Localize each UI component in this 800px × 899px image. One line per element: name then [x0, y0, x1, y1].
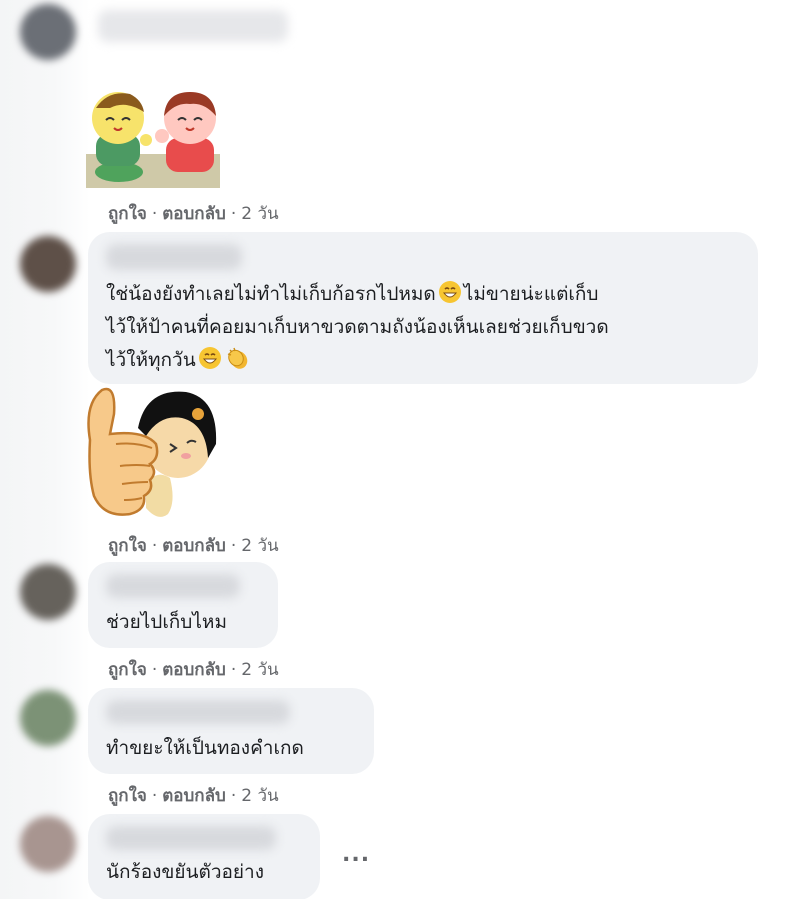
- like-link[interactable]: ถูกใจ: [108, 786, 147, 806]
- like-link[interactable]: ถูกใจ: [108, 536, 147, 556]
- blurred-commenter-name[interactable]: [106, 700, 290, 724]
- comment-text-line: ไม่ขายน่ะแต่เก็บ: [463, 283, 599, 305]
- reply-link[interactable]: ตอบกลับ: [162, 204, 226, 224]
- timestamp[interactable]: 2 วัน: [241, 536, 278, 556]
- comment-text: ใช่น้องยังทำเลยไม่ทำไม่เก็บก้อรกไปหมด ไม่…: [106, 278, 609, 377]
- comment-text-line: ช่วยไปเก็บไหม: [106, 611, 227, 633]
- avatar[interactable]: [20, 690, 76, 746]
- timestamp[interactable]: 2 วัน: [241, 786, 278, 806]
- comment-text-line: นักร้องขยันตัวอย่าง: [106, 861, 264, 883]
- comment-text: นักร้องขยันตัวอย่าง: [106, 856, 264, 889]
- reply-link[interactable]: ตอบกลับ: [162, 536, 226, 556]
- meta-separator: ·: [230, 786, 237, 806]
- comment-actions: ถูกใจ · ตอบกลับ · 2 วัน: [108, 656, 279, 683]
- comment-text: ทำขยะให้เป็นทองคำเกด: [106, 732, 304, 765]
- comment-bubble: ใช่น้องยังทำเลยไม่ทำไม่เก็บก้อรกไปหมด ไม่…: [88, 232, 758, 384]
- comment-bubble: ทำขยะให้เป็นทองคำเกด: [88, 688, 374, 774]
- meta-separator: ·: [230, 536, 237, 556]
- more-options-button[interactable]: ...: [342, 842, 370, 867]
- two-kids-sticker: [86, 92, 220, 188]
- avatar[interactable]: [20, 4, 76, 60]
- timestamp[interactable]: 2 วัน: [241, 660, 278, 680]
- comment-actions: ถูกใจ · ตอบกลับ · 2 วัน: [108, 200, 279, 227]
- comment-text: ช่วยไปเก็บไหม: [106, 606, 227, 639]
- grinning-face-emoji-icon: [198, 347, 221, 369]
- meta-separator: ·: [151, 660, 158, 680]
- comment-text-line: ใช่น้องยังทำเลยไม่ทำไม่เก็บก้อรกไปหมด: [106, 283, 436, 305]
- avatar[interactable]: [20, 564, 76, 620]
- clapping-hands-emoji-icon: [227, 347, 247, 369]
- meta-separator: ·: [151, 786, 158, 806]
- blurred-commenter-name[interactable]: [106, 826, 276, 850]
- timestamp[interactable]: 2 วัน: [241, 204, 278, 224]
- avatar[interactable]: [20, 816, 76, 872]
- comment-text-line: ทำขยะให้เป็นทองคำเกด: [106, 737, 304, 759]
- comment-thread: ถูกใจ · ตอบกลับ · 2 วัน ใช่น้องยังทำเลยไม่ทำ…: [0, 0, 800, 899]
- reply-link[interactable]: ตอบกลับ: [162, 786, 226, 806]
- avatar[interactable]: [20, 236, 76, 292]
- thumbs-up-girl-sticker: [87, 387, 217, 517]
- blurred-commenter-name[interactable]: [106, 574, 240, 598]
- grinning-face-emoji-icon: [438, 281, 461, 303]
- comment-bubble: นักร้องขยันตัวอย่าง: [88, 814, 320, 899]
- comment-text-line: ไว้ให้ทุกวัน: [106, 349, 196, 371]
- meta-separator: ·: [230, 660, 237, 680]
- blurred-left-margin: [0, 0, 90, 899]
- like-link[interactable]: ถูกใจ: [108, 204, 147, 224]
- reply-link[interactable]: ตอบกลับ: [162, 660, 226, 680]
- comment-text-line: ไว้ให้ป้าคนที่คอยมาเก็บหาขวดตามถังน้องเห…: [106, 316, 609, 338]
- comment-actions: ถูกใจ · ตอบกลับ · 2 วัน: [108, 782, 279, 809]
- like-link[interactable]: ถูกใจ: [108, 660, 147, 680]
- meta-separator: ·: [230, 204, 237, 224]
- meta-separator: ·: [151, 536, 158, 556]
- meta-separator: ·: [151, 204, 158, 224]
- comment-bubble: ช่วยไปเก็บไหม: [88, 562, 278, 648]
- blurred-commenter-name[interactable]: [106, 244, 242, 270]
- blurred-commenter-name[interactable]: [98, 10, 288, 42]
- comment-actions: ถูกใจ · ตอบกลับ · 2 วัน: [108, 532, 279, 559]
